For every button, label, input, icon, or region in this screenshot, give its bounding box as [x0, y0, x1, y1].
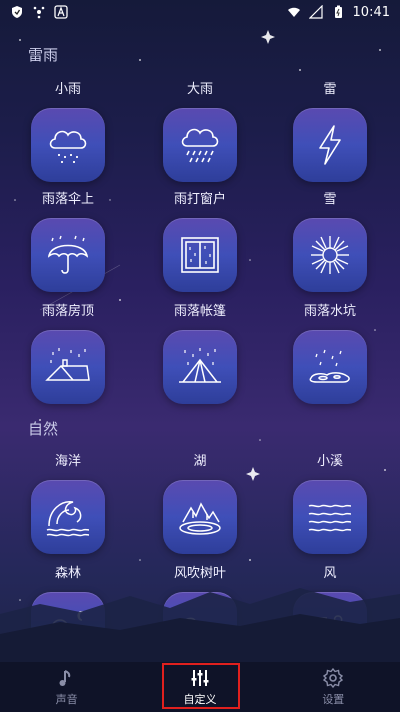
- battery-icon: [334, 5, 342, 18]
- section-title-nature: 自然: [28, 420, 59, 438]
- sound-tile-umbrella-rain[interactable]: 雨落伞上: [3, 190, 133, 300]
- tile-label: 雨落帐篷: [173, 304, 226, 319]
- sound-tile-lake[interactable]: 湖: [135, 452, 265, 562]
- tab-sounds[interactable]: 声音: [7, 662, 127, 712]
- tab-label: 声音: [55, 693, 78, 706]
- music-note-icon: [59, 670, 70, 686]
- tab-settings[interactable]: 设置: [273, 662, 393, 712]
- sound-tile-stream[interactable]: 小溪: [265, 452, 395, 562]
- tile-label: 雨落伞上: [41, 192, 94, 207]
- sound-tile-thunder[interactable]: 雷: [265, 80, 395, 190]
- tile-label: 雨打窗户: [173, 192, 226, 207]
- mountain-silhouette: [0, 588, 400, 664]
- sound-tile-heavy-rain[interactable]: 大雨: [135, 80, 265, 190]
- tile-label: 雷: [323, 82, 337, 97]
- tab-custom[interactable]: 自定义: [140, 662, 260, 712]
- tent-rain-icon[interactable]: [163, 330, 237, 404]
- sound-tile-light-rain[interactable]: 小雨: [3, 80, 133, 190]
- cloud-light-rain-icon[interactable]: [31, 108, 105, 182]
- wifi-icon: [287, 7, 300, 17]
- roof-rain-icon[interactable]: [31, 330, 105, 404]
- sliders-icon: [191, 670, 209, 686]
- tile-label: 雪: [323, 192, 337, 207]
- sound-tile-puddle-rain[interactable]: 雨落水坑: [265, 302, 395, 412]
- stream-icon[interactable]: [293, 480, 367, 554]
- lightning-icon[interactable]: [293, 108, 367, 182]
- snowflake-icon[interactable]: [293, 218, 367, 292]
- tile-label: 大雨: [186, 82, 213, 97]
- wave-icon[interactable]: [31, 480, 105, 554]
- section-title-thunderstorm: 雷雨: [28, 46, 59, 64]
- tile-label: 湖: [193, 454, 207, 469]
- sound-tile-roof-rain[interactable]: 雨落房顶: [3, 302, 133, 412]
- tile-label: 海洋: [54, 454, 81, 469]
- shield-icon: [12, 6, 22, 18]
- puddle-rain-icon[interactable]: [293, 330, 367, 404]
- tab-label: 设置: [322, 693, 345, 706]
- gear-icon: [323, 667, 344, 689]
- tile-label: 雨落房顶: [41, 304, 94, 319]
- cloud-heavy-rain-icon[interactable]: [163, 108, 237, 182]
- sound-tile-snow[interactable]: 雪: [265, 190, 395, 300]
- window-rain-icon[interactable]: [163, 218, 237, 292]
- tile-label: 雨落水坑: [303, 304, 356, 319]
- signal-icon: [308, 5, 323, 19]
- network-icon: [33, 6, 45, 19]
- sound-tile-window-rain[interactable]: 雨打窗户: [135, 190, 265, 300]
- umbrella-rain-icon[interactable]: [31, 218, 105, 292]
- status-time: 10:41: [352, 4, 390, 20]
- status-bar: 10:41: [0, 0, 400, 24]
- tile-label: 小溪: [316, 454, 343, 469]
- sound-tile-tent-rain[interactable]: 雨落帐篷: [135, 302, 265, 412]
- tile-label: 小雨: [54, 82, 81, 97]
- font-a-icon: [54, 5, 68, 19]
- lake-icon[interactable]: [163, 480, 237, 554]
- bottom-tab-bar: 声音 自定义 设置: [0, 662, 400, 712]
- sound-tile-ocean[interactable]: 海洋: [3, 452, 133, 562]
- tab-label: 自定义: [183, 693, 217, 706]
